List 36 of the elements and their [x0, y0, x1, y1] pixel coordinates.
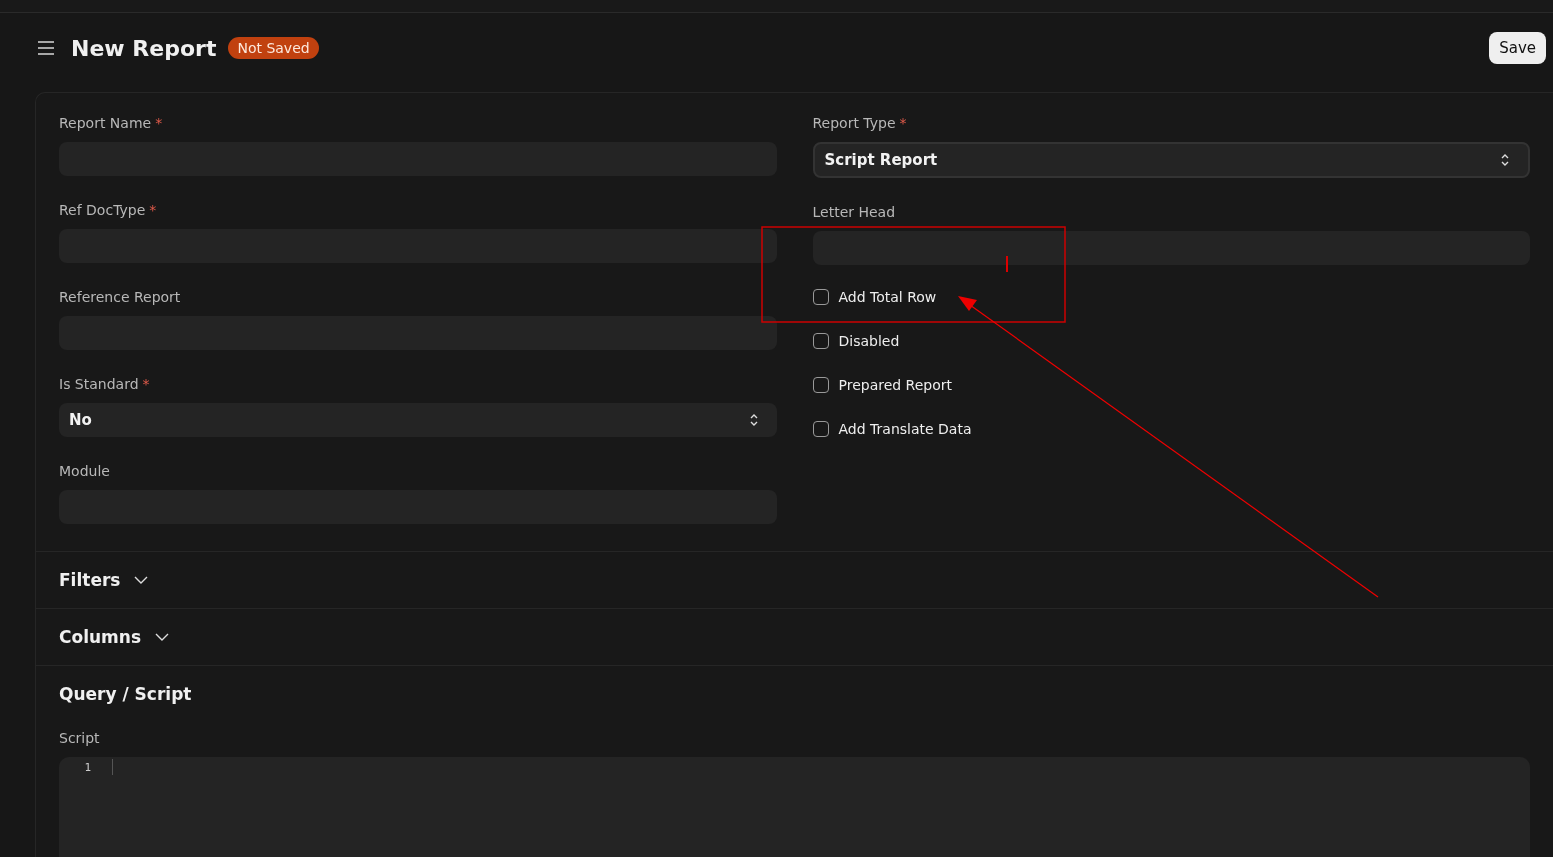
save-button[interactable]: Save [1489, 32, 1546, 64]
field-label: Reference Report [59, 288, 182, 307]
field-label: Report Name * [59, 114, 164, 133]
checkbox[interactable] [812, 421, 829, 437]
field-label: Module [59, 462, 111, 481]
field-label: Script [59, 729, 101, 748]
chevron-down-icon[interactable] [155, 633, 170, 641]
select-field[interactable]: No [59, 403, 777, 437]
section-toggle[interactable]: Filters [59, 570, 121, 590]
select-field[interactable]: Script Report [812, 142, 1530, 178]
input-field[interactable] [59, 229, 777, 263]
line-number: 1 [83, 760, 91, 774]
section-toggle[interactable]: Columns [59, 627, 142, 647]
text-cursor [112, 759, 113, 775]
field-label: Letter Head [812, 203, 897, 222]
checkbox-label: Add Total Row [838, 289, 937, 305]
checkbox[interactable] [812, 289, 829, 305]
input-field[interactable] [812, 231, 1530, 265]
field-label: Report Type * [812, 114, 908, 133]
checkbox-label: Disabled [838, 333, 900, 349]
checkbox[interactable] [812, 333, 829, 349]
field-label: Ref DocType * [59, 201, 158, 220]
input-field[interactable] [59, 316, 777, 350]
checkbox[interactable] [812, 377, 829, 393]
checkbox-label: Prepared Report [838, 377, 953, 393]
section-title: Query / Script [59, 684, 192, 704]
checkbox-label: Add Translate Data [838, 421, 972, 437]
menu-icon[interactable] [37, 40, 55, 56]
sort-arrows-icon [1500, 152, 1510, 168]
code-editor[interactable]: 1 [59, 757, 1530, 857]
page-title: New Report [71, 35, 217, 61]
sort-arrows-icon [748, 412, 759, 428]
status-badge: Not Saved [228, 37, 319, 59]
field-label: Is Standard * [59, 375, 151, 394]
chevron-down-icon[interactable] [134, 576, 149, 584]
annotation-tick [1006, 255, 1008, 273]
